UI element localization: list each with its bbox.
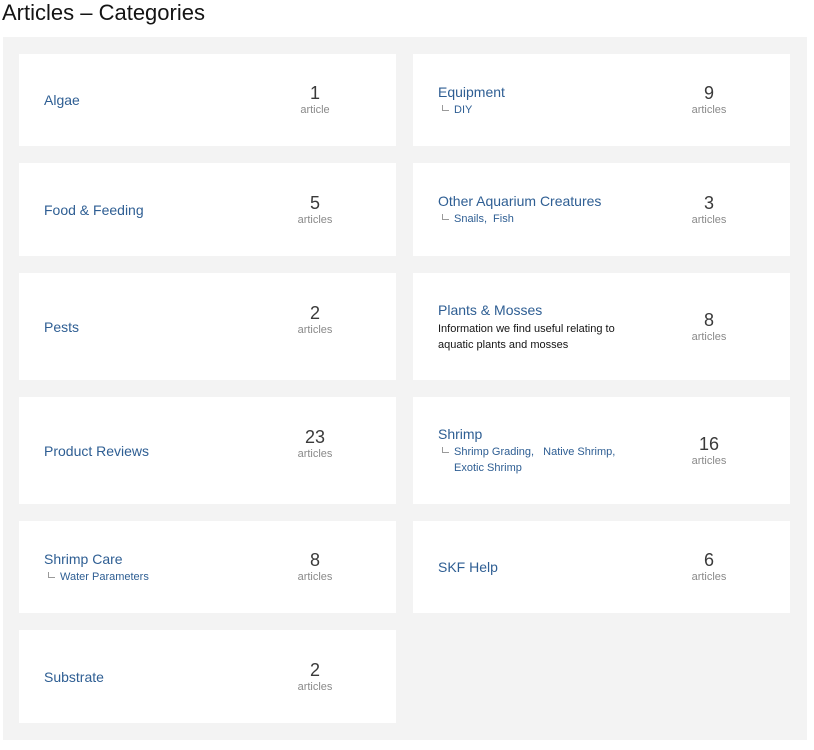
article-count-unit: articles bbox=[297, 323, 333, 336]
article-count: 8 bbox=[309, 550, 320, 570]
subtree-branch-icon bbox=[438, 444, 454, 476]
category-card-plants-mosses: Plants & Mosses Information we find usef… bbox=[413, 273, 790, 380]
article-count: 8 bbox=[703, 309, 714, 330]
subcategory-list: Snails, Fish bbox=[438, 211, 678, 227]
subcategory-link-fish[interactable]: Fish bbox=[493, 213, 514, 225]
article-count: 16 bbox=[698, 433, 720, 454]
article-count: 9 bbox=[703, 83, 714, 103]
article-count-unit: articles bbox=[691, 454, 727, 467]
category-card-other-aquarium-creatures: Other Aquarium Creatures Snails, Fish 3 ar… bbox=[413, 163, 790, 256]
article-count: 3 bbox=[703, 192, 714, 213]
category-link-substrate[interactable]: Substrate bbox=[44, 668, 284, 686]
category-link-algae[interactable]: Algae bbox=[44, 91, 284, 109]
category-link-food-feeding[interactable]: Food & Feeding bbox=[44, 201, 284, 219]
category-link-shrimp-care[interactable]: Shrimp Care bbox=[44, 550, 284, 568]
article-count-unit: articles bbox=[297, 571, 333, 583]
category-card-equipment: Equipment DIY 9 articles bbox=[413, 54, 790, 146]
category-link-skf-help[interactable]: SKF Help bbox=[438, 558, 678, 576]
article-count: 1 bbox=[309, 83, 320, 103]
category-card-substrate: Substrate 2 articles bbox=[19, 630, 396, 723]
article-count: 23 bbox=[304, 427, 326, 447]
category-link-other-aquarium-creatures[interactable]: Other Aquarium Creatures bbox=[438, 192, 678, 210]
article-count-unit: articles bbox=[297, 213, 333, 226]
category-card-pests: Pests 2 articles bbox=[19, 273, 396, 380]
article-count: 5 bbox=[309, 192, 320, 213]
subcategory-link-water-parameters[interactable]: Water Parameters bbox=[60, 571, 149, 583]
category-link-product-reviews[interactable]: Product Reviews bbox=[44, 442, 284, 460]
article-count-unit: articles bbox=[297, 448, 333, 460]
category-link-plants-mosses[interactable]: Plants & Mosses bbox=[438, 301, 678, 319]
article-count-unit: articles bbox=[691, 330, 727, 343]
subcategory-link-exotic-shrimp[interactable]: Exotic Shrimp bbox=[454, 462, 522, 474]
subcategory-list: Shrimp Grading, Native Shrimp, Exotic Sh… bbox=[438, 444, 678, 476]
category-link-equipment[interactable]: Equipment bbox=[438, 83, 678, 101]
category-card-shrimp: Shrimp Shrimp Grading, Native Shrimp, Ex… bbox=[413, 397, 790, 504]
article-count-unit: articles bbox=[691, 571, 727, 583]
category-card-product-reviews: Product Reviews 23 articles bbox=[19, 397, 396, 504]
page-title: Articles – Categories bbox=[2, 0, 205, 25]
subcategory-link-diy[interactable]: DIY bbox=[454, 104, 472, 116]
category-card-algae: Algae 1 article bbox=[19, 54, 396, 146]
category-link-pests[interactable]: Pests bbox=[44, 318, 284, 336]
article-count-unit: article bbox=[300, 104, 330, 116]
article-count: 2 bbox=[309, 659, 320, 680]
category-card-food-feeding: Food & Feeding 5 articles bbox=[19, 163, 396, 256]
category-description: Information we find useful relating to a… bbox=[438, 322, 615, 351]
subcategory-link-snails[interactable]: Snails bbox=[454, 213, 484, 225]
subtree-branch-icon bbox=[438, 211, 454, 227]
article-count-unit: articles bbox=[691, 213, 727, 226]
subcategory-link-shrimp-grading[interactable]: Shrimp Grading bbox=[454, 446, 531, 458]
category-card-skf-help: SKF Help 6 articles bbox=[413, 521, 790, 613]
article-count-unit: articles bbox=[691, 104, 727, 116]
category-link-shrimp[interactable]: Shrimp bbox=[438, 425, 678, 443]
article-count: 6 bbox=[703, 550, 714, 570]
subtree-branch-icon bbox=[438, 102, 454, 118]
subcategory-list: DIY bbox=[438, 102, 678, 118]
subcategory-list: Water Parameters bbox=[44, 569, 284, 585]
subcategory-link-native-shrimp[interactable]: Native Shrimp bbox=[543, 446, 612, 458]
subtree-branch-icon bbox=[44, 569, 60, 585]
article-count-unit: articles bbox=[297, 680, 333, 693]
article-count: 2 bbox=[309, 302, 320, 323]
category-card-shrimp-care: Shrimp Care Water Parameters 8 articles bbox=[19, 521, 396, 613]
categories-panel: Algae 1 article Equipment DIY 9 articles F… bbox=[3, 37, 807, 740]
